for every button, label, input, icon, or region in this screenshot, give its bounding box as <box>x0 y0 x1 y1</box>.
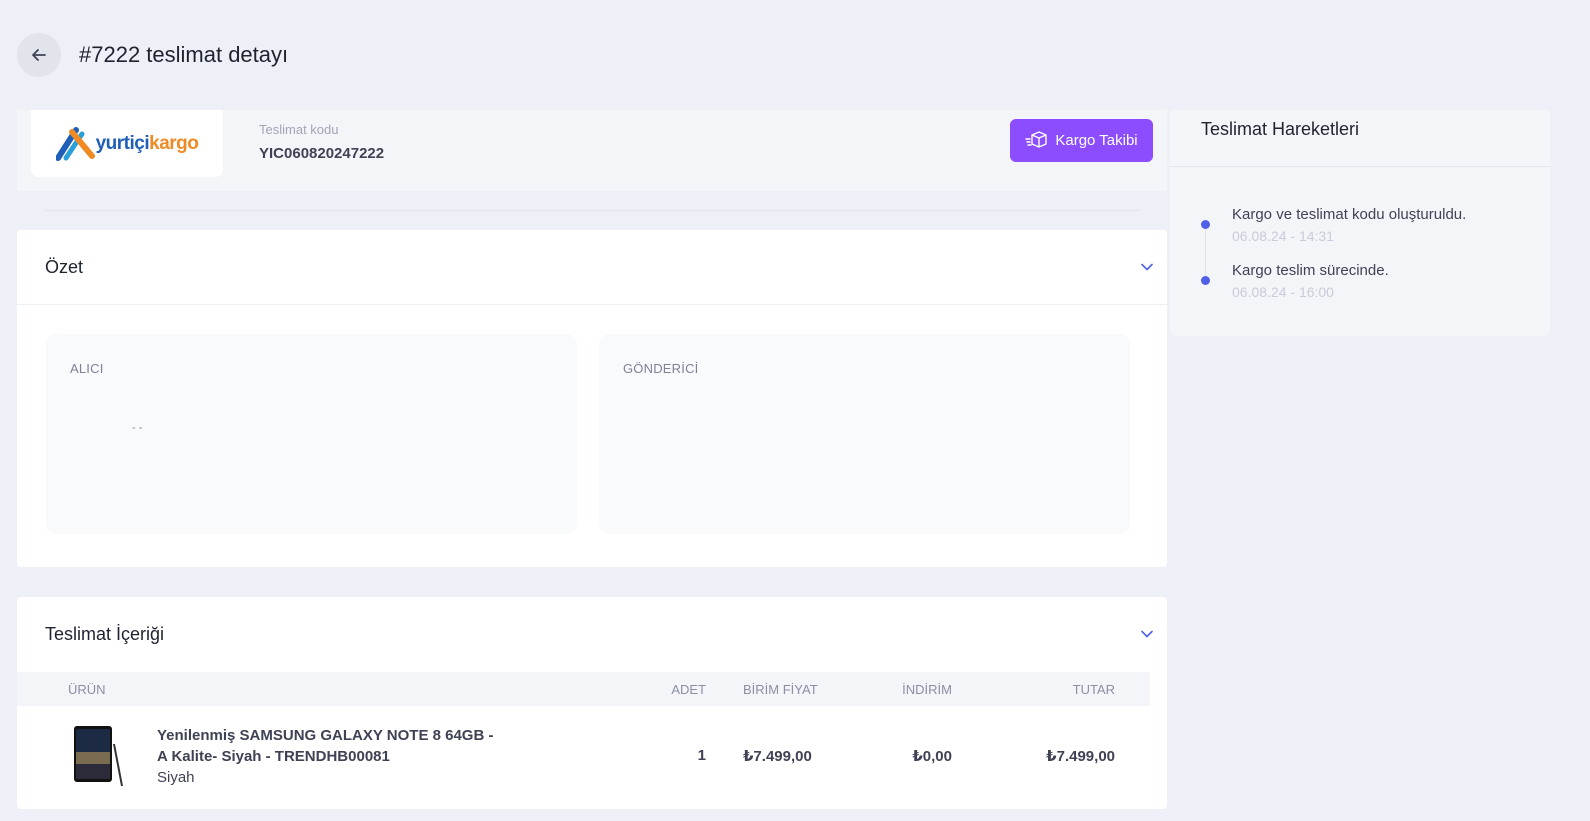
col-total: TUTAR <box>1072 682 1115 697</box>
page-header: #7222 teslimat detayı <box>0 0 1590 110</box>
timeline-event-time: 06.08.24 - 14:31 <box>1232 228 1334 244</box>
carrier-logo-mark-icon <box>55 126 95 161</box>
col-unit-price: BİRİM FİYAT <box>743 682 818 697</box>
summary-title: Özet <box>45 257 84 277</box>
carrier-card: yurtiçikargo Teslimat kodu YIC0608202472… <box>17 110 1167 191</box>
col-product: ÜRÜN <box>68 682 106 697</box>
chevron-down-icon[interactable] <box>1141 263 1153 271</box>
logo-text-yurtici: yurtiçi <box>95 132 150 154</box>
timeline-dot <box>1201 220 1210 229</box>
divider <box>45 210 1140 211</box>
divider <box>1170 166 1550 167</box>
summary-card: Özet ALICI - - GÖNDERİCİ <box>17 230 1167 567</box>
package-icon <box>1025 130 1048 148</box>
receiver-label: ALICI <box>70 361 104 376</box>
col-qty: ADET <box>671 682 706 697</box>
sender-box: GÖNDERİCİ <box>599 334 1130 534</box>
timeline-event-time: 06.08.24 - 16:00 <box>1232 284 1334 300</box>
track-cargo-button[interactable]: Kargo Takibi <box>1010 119 1153 162</box>
receiver-box: ALICI - - <box>46 334 577 534</box>
table-header: ÜRÜN ADET BİRİM FİYAT İNDİRİM TUTAR <box>17 672 1150 706</box>
delivery-code-label: Teslimat kodu <box>259 122 339 137</box>
movements-title: Teslimat Hareketleri <box>1201 119 1360 139</box>
col-discount: İNDİRİM <box>902 682 952 697</box>
timeline-line <box>1205 224 1206 280</box>
contents-title: Teslimat İçeriği <box>45 624 165 644</box>
timeline-dot <box>1201 276 1210 285</box>
logo-text-kargo: kargo <box>149 132 199 154</box>
contents-card-header[interactable]: Teslimat İçeriği <box>17 597 1167 672</box>
delivery-movements-card: Teslimat Hareketleri Kargo ve teslimat k… <box>1170 110 1550 336</box>
product-unit-price: ₺7.499,00 <box>743 748 812 765</box>
back-button[interactable] <box>17 33 61 77</box>
chevron-down-icon[interactable] <box>1141 630 1153 638</box>
timeline-event-text: Kargo teslim sürecinde. <box>1232 262 1389 279</box>
product-name: Yenilenmiş SAMSUNG GALAXY NOTE 8 64GB - … <box>157 727 494 765</box>
table-row[interactable]: Yenilenmiş SAMSUNG GALAXY NOTE 8 64GB - … <box>17 706 1150 806</box>
receiver-value: - - <box>132 422 143 434</box>
product-qty: 1 <box>697 747 706 764</box>
product-total: ₺7.499,00 <box>1046 748 1115 765</box>
yurtici-kargo-logo: yurtiçikargo <box>31 110 223 177</box>
product-discount: ₺0,00 <box>912 748 952 765</box>
summary-card-header[interactable]: Özet <box>17 230 1167 305</box>
product-thumbnail <box>74 726 123 787</box>
delivery-contents-card: Teslimat İçeriği ÜRÜN ADET BİRİM FİYAT İ… <box>17 597 1167 809</box>
arrow-left-icon <box>32 49 46 61</box>
page-title: #7222 teslimat detayı <box>79 42 289 67</box>
track-cargo-label: Kargo Takibi <box>1055 132 1138 149</box>
sender-label: GÖNDERİCİ <box>623 361 699 376</box>
product-variant: Siyah <box>157 769 195 786</box>
delivery-code-value: YIC060820247222 <box>259 145 385 162</box>
timeline-event-text: Kargo ve teslimat kodu oluşturuldu. <box>1232 206 1467 223</box>
